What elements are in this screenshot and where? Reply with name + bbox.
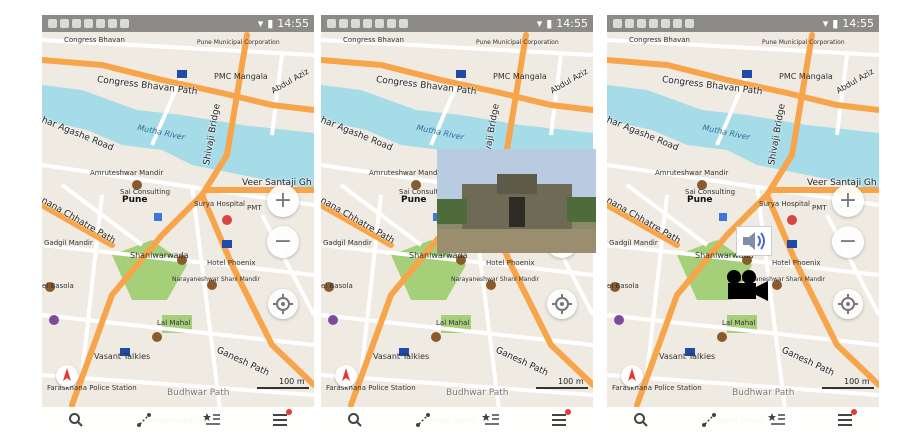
city-label: Pune	[687, 195, 713, 205]
clock: 14:55	[556, 17, 588, 30]
notification-dot	[286, 409, 292, 415]
place-label: Vasant Talkies	[94, 352, 151, 361]
my-location-button[interactable]	[547, 289, 577, 319]
place-label: el Basola	[607, 282, 639, 290]
menu-icon[interactable]	[836, 409, 857, 429]
place-label: Lal Mahal	[722, 319, 756, 327]
place-label: Congress Bhavan	[343, 36, 404, 44]
zoom-out-button[interactable]: −	[267, 226, 299, 258]
place-label: Congress Bhavan	[629, 36, 690, 44]
battery-icon: ▮	[267, 17, 274, 30]
bookmarks-icon[interactable]	[768, 411, 786, 429]
zoom-in-button[interactable]: +	[267, 185, 299, 217]
search-icon[interactable]	[632, 411, 650, 429]
compass-icon[interactable]	[621, 365, 643, 387]
place-label: Hotel Phoenix	[486, 259, 535, 267]
place-label: Narayaneshwar Shani Mandir	[172, 276, 261, 283]
notification-dot	[851, 409, 857, 415]
map-screen-3: ▾ ▮ 14:55 Congress Bhavan Path Shivaji Brid…	[607, 15, 879, 433]
place-label: Pune Municipal Corporation	[762, 39, 845, 46]
road-label: Budhwar Path	[167, 388, 230, 398]
video-camera-icon[interactable]	[724, 269, 772, 303]
zoom-out-button[interactable]: −	[832, 226, 864, 258]
clock: 14:55	[277, 17, 309, 30]
status-bar: ▾ ▮ 14:55	[42, 15, 314, 32]
scale-label: 100 m	[279, 377, 305, 386]
place-label: Amruteshwar Mandir	[90, 169, 164, 177]
place-label: Gadgil Mandir	[609, 239, 658, 247]
place-label: Shaniwarwada	[130, 251, 189, 260]
audio-icon[interactable]	[736, 226, 772, 256]
battery-icon: ▮	[832, 17, 839, 30]
place-label: el Basola	[321, 282, 353, 290]
place-label: PMT	[812, 204, 827, 212]
scale-label: 100 m	[558, 377, 584, 386]
place-label: Gadgil Mandir	[44, 239, 93, 247]
route-icon[interactable]	[135, 411, 153, 429]
place-label: Lal Mahal	[157, 319, 191, 327]
photo-popup[interactable]	[437, 149, 596, 253]
place-label: PMC Mangala	[779, 72, 833, 81]
place-label: PMC Mangala	[493, 72, 547, 81]
wifi-icon: ▾	[822, 17, 829, 30]
crosshair-icon	[273, 294, 293, 314]
battery-icon: ▮	[546, 17, 553, 30]
menu-icon[interactable]	[550, 409, 571, 429]
place-label: PMT	[247, 204, 262, 212]
my-location-button[interactable]	[268, 289, 298, 319]
compass-icon[interactable]	[56, 365, 78, 387]
place-label: Shaniwarwada	[409, 251, 468, 260]
place-label: Surya Hospital	[194, 200, 245, 208]
city-label: Pune	[401, 195, 427, 205]
place-label: Surya Hospital	[759, 200, 810, 208]
crosshair-icon	[552, 294, 572, 314]
place-label: Hotel Phoenix	[207, 259, 256, 267]
place-label: Amruteshwar Mandir	[369, 169, 443, 177]
city-label: Pune	[122, 195, 148, 205]
place-label: Narayaneshwar Shani Mandir	[451, 276, 540, 283]
place-label: Vasant Talkies	[373, 352, 430, 361]
bottom-toolbar	[321, 407, 593, 433]
clock: 14:55	[842, 17, 874, 30]
status-bar: ▾ ▮ 14:55	[321, 15, 593, 32]
place-label: Gadgil Mandir	[323, 239, 372, 247]
scale-label: 100 m	[844, 377, 870, 386]
bookmarks-icon[interactable]	[203, 411, 221, 429]
menu-icon[interactable]	[271, 409, 292, 429]
status-bar: ▾ ▮ 14:55	[607, 15, 879, 32]
notification-dot	[565, 409, 571, 415]
my-location-button[interactable]	[833, 289, 863, 319]
search-icon[interactable]	[346, 411, 364, 429]
bottom-toolbar	[607, 407, 879, 433]
place-label: PMC Mangala	[214, 72, 268, 81]
place-label: Pune Municipal Corporation	[197, 39, 280, 46]
place-label: Vasant Talkies	[659, 352, 716, 361]
place-label: el Basola	[42, 282, 74, 290]
route-icon[interactable]	[414, 411, 432, 429]
place-label: Amruteshwar Mandir	[655, 169, 729, 177]
place-label: Lal Mahal	[436, 319, 470, 327]
crosshair-icon	[838, 294, 858, 314]
bottom-toolbar	[42, 407, 314, 433]
wifi-icon: ▾	[257, 17, 264, 30]
wifi-icon: ▾	[536, 17, 543, 30]
scale-bar	[257, 387, 309, 389]
map-screen-1: ▾ ▮ 14:55 Congress Bhavan Path Shivaji Brid…	[42, 15, 314, 433]
route-icon[interactable]	[700, 411, 718, 429]
search-icon[interactable]	[67, 411, 85, 429]
zoom-in-button[interactable]: +	[832, 185, 864, 217]
place-label: Pune Municipal Corporation	[476, 39, 559, 46]
place-label: Hotel Phoenix	[772, 259, 821, 267]
road-label: Budhwar Path	[446, 388, 509, 398]
road-label: Budhwar Path	[732, 388, 795, 398]
place-label: Congress Bhavan	[64, 36, 125, 44]
bookmarks-icon[interactable]	[482, 411, 500, 429]
scale-bar	[536, 387, 588, 389]
scale-bar	[822, 387, 874, 389]
compass-icon[interactable]	[335, 365, 357, 387]
